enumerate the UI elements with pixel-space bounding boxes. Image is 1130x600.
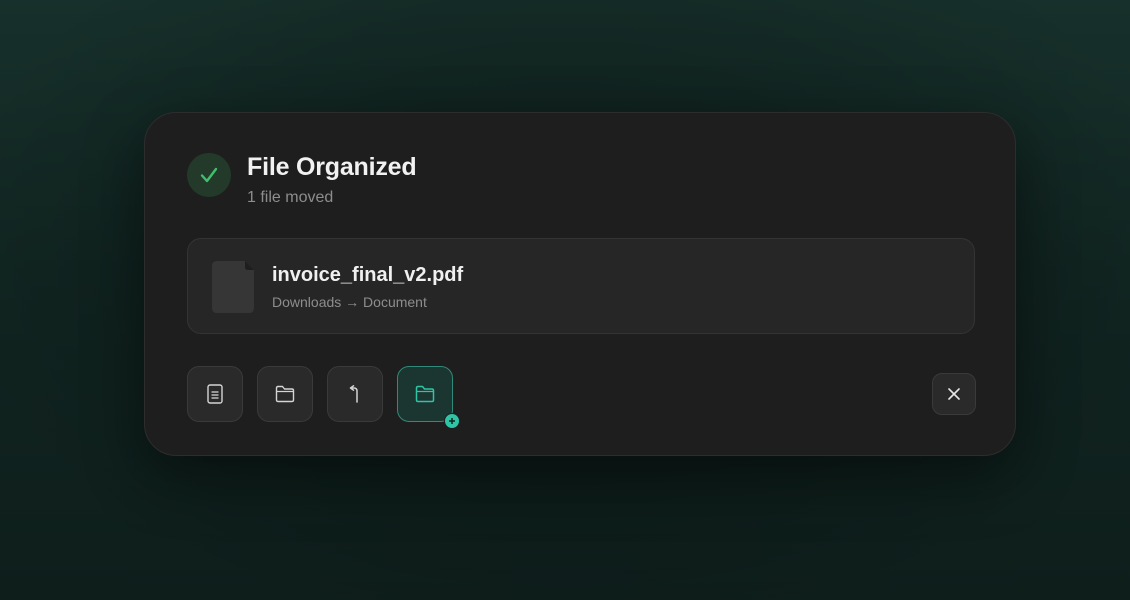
file-path: Downloads → Document (272, 294, 427, 310)
open-file-button[interactable] (187, 366, 243, 422)
file-name: invoice_final_v2.pdf (272, 264, 464, 286)
undo-move-button[interactable] (327, 366, 383, 422)
undo-icon (348, 385, 362, 403)
plus-badge-icon (444, 413, 460, 429)
check-circle-icon (187, 153, 231, 197)
document-icon (207, 384, 223, 404)
close-icon (948, 388, 960, 400)
notification-card: File Organized 1 file moved invoice_fina… (144, 112, 1016, 456)
folder-plus-icon (415, 385, 435, 403)
notification-title: File Organized (247, 153, 417, 181)
show-in-folder-button[interactable] (257, 366, 313, 422)
notification-subtitle: 1 file moved (247, 189, 334, 206)
document-file-icon (212, 261, 254, 313)
file-item[interactable]: invoice_final_v2.pdf Downloads → Documen… (187, 238, 975, 334)
folder-icon (275, 385, 295, 403)
close-button[interactable] (932, 373, 976, 415)
move-to-new-folder-button[interactable] (397, 366, 460, 429)
